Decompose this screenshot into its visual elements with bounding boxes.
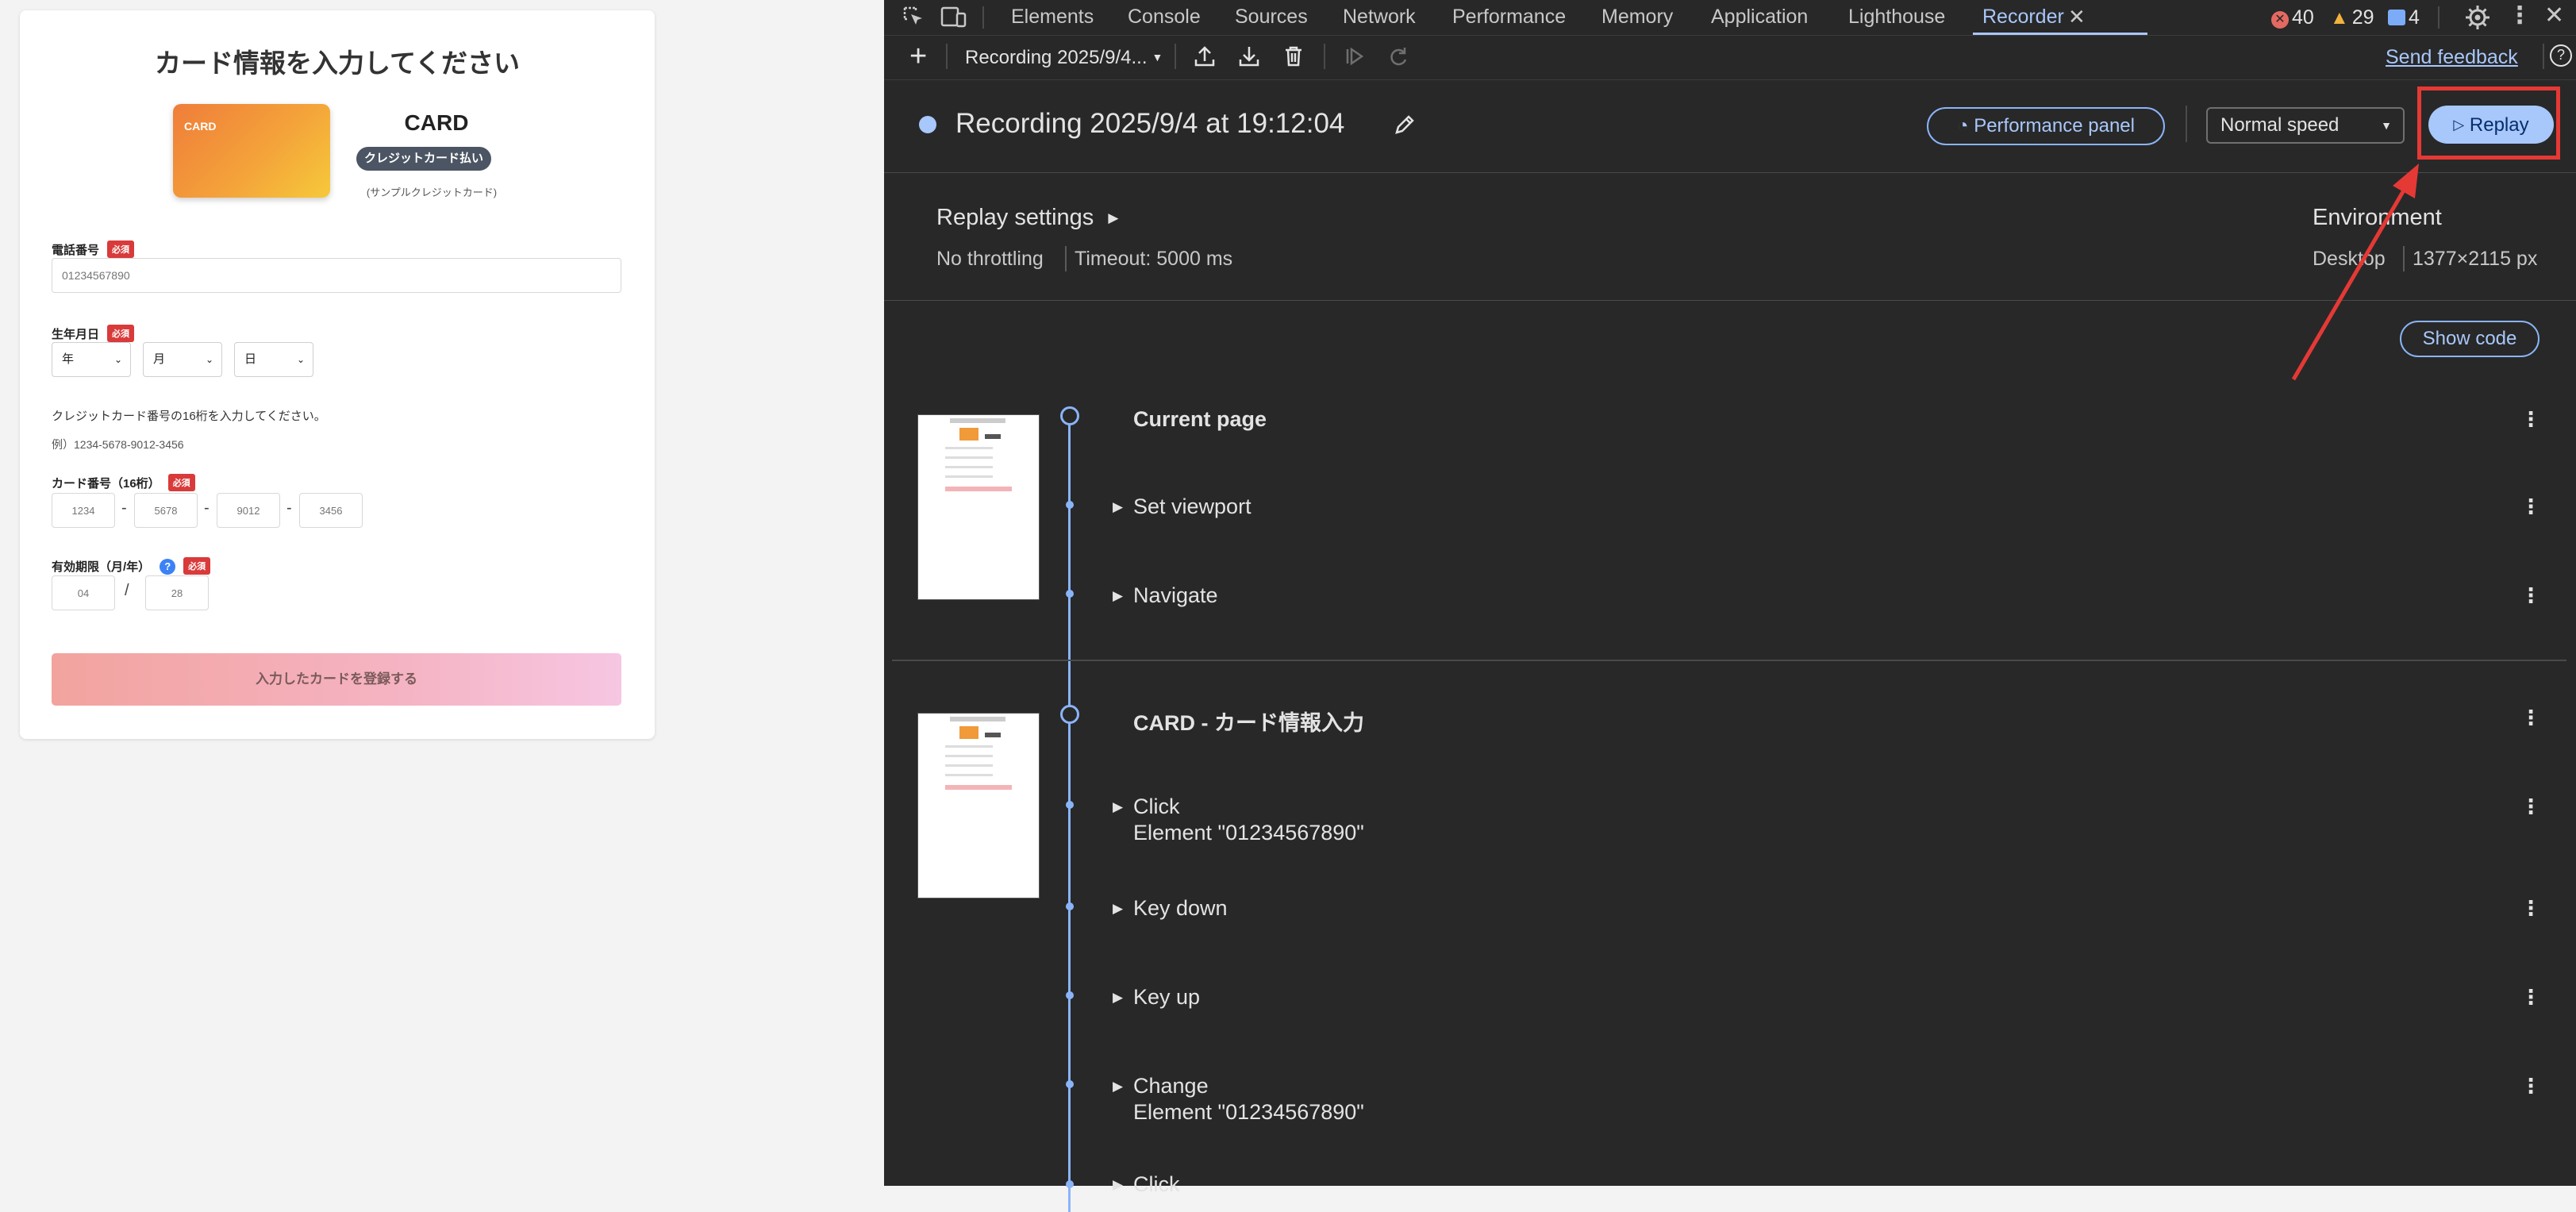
card-number-label: カード番号（16桁） 必須 — [52, 474, 195, 491]
card-number-input-3[interactable] — [217, 493, 280, 528]
section-title: Current page — [1133, 407, 1267, 431]
step-label[interactable]: Navigate — [1133, 583, 1218, 608]
page-thumbnail — [917, 713, 1040, 898]
card-number-input-1[interactable] — [52, 493, 115, 528]
required-badge: 必須 — [107, 325, 135, 342]
chevron-down-icon: ⌄ — [113, 354, 122, 365]
card-form-panel: カード情報を入力してください CARD CARD クレジットカード払い (サンプ… — [20, 10, 655, 739]
step-dot — [1066, 1080, 1074, 1088]
register-card-button[interactable]: 入力したカードを登録する — [52, 653, 621, 706]
card-name: CARD — [404, 110, 469, 135]
required-badge: 必須 — [107, 240, 135, 258]
web-page-area: カード情報を入力してください CARD CARD クレジットカード払い (サンプ… — [0, 0, 884, 1186]
required-badge: 必須 — [167, 474, 195, 491]
birth-year-value: 年 — [62, 352, 75, 366]
birthdate-label-text: 生年月日 — [52, 328, 100, 341]
dash-separator: - — [121, 499, 127, 517]
step-menu-icon[interactable]: ⋮ — [2520, 706, 2541, 730]
dash-separator: - — [204, 499, 210, 517]
step-dot — [1066, 902, 1074, 910]
step-dot — [1066, 501, 1074, 509]
birth-month-select[interactable]: 月 ⌄ — [143, 342, 222, 377]
caret-right-icon[interactable]: ▶ — [1113, 799, 1123, 815]
step-dot — [1066, 991, 1074, 999]
page-title: カード情報を入力してください — [154, 48, 521, 78]
caret-right-icon[interactable]: ▶ — [1113, 1079, 1123, 1095]
expiry-label: 有効期限（月/年）? 必須 — [52, 557, 211, 575]
step-label[interactable]: Click — [1133, 1172, 1180, 1197]
step-label[interactable]: Key up — [1133, 985, 1200, 1010]
devtools-panel: Elements Console Sources Network Perform… — [884, 0, 2576, 1212]
show-code-button[interactable]: Show code — [2400, 321, 2539, 357]
step-menu-icon[interactable]: ⋮ — [2520, 583, 2541, 608]
step-menu-icon[interactable]: ⋮ — [2520, 1074, 2541, 1098]
page-thumbnail — [917, 414, 1040, 600]
card-example: 例）1234-5678-9012-3456 — [52, 438, 184, 451]
section-divider — [892, 660, 2566, 661]
step-target: Element "01234567890" — [1133, 821, 1364, 845]
card-number-input-2[interactable] — [134, 493, 198, 528]
expiry-label-text: 有効期限（月/年） — [52, 560, 151, 574]
birth-day-select[interactable]: 日 ⌄ — [234, 342, 313, 377]
step-dot — [1066, 590, 1074, 598]
step-dot — [1066, 1180, 1074, 1188]
step-target: Element "01234567890" — [1133, 1100, 1364, 1124]
expiry-month-input[interactable] — [52, 575, 115, 610]
caret-right-icon[interactable]: ▶ — [1113, 499, 1123, 515]
step-label[interactable]: Set viewport — [1133, 494, 1251, 519]
card-number-label-text: カード番号（16桁） — [52, 477, 160, 491]
birth-month-value: 月 — [153, 352, 166, 366]
card-image: CARD — [173, 104, 330, 198]
step-label[interactable]: Change — [1133, 1074, 1209, 1098]
recording-steps: Show code Current page ⋮ ▶ Set viewport … — [884, 301, 2576, 1212]
card-instruction: クレジットカード番号の16桁を入力してください。 — [52, 410, 326, 423]
expiry-year-input[interactable] — [145, 575, 209, 610]
step-menu-icon[interactable]: ⋮ — [2520, 795, 2541, 819]
caret-right-icon[interactable]: ▶ — [1113, 990, 1123, 1006]
help-icon[interactable]: ? — [160, 559, 176, 575]
phone-label: 電話番号 必須 — [52, 240, 135, 258]
phone-input[interactable] — [52, 258, 621, 293]
birth-day-value: 日 — [244, 352, 257, 366]
card-note: (サンプルクレジットカード) — [366, 187, 498, 198]
step-menu-icon[interactable]: ⋮ — [2520, 407, 2541, 432]
step-menu-icon[interactable]: ⋮ — [2520, 985, 2541, 1010]
chevron-down-icon: ⌄ — [205, 354, 213, 365]
phone-label-text: 電話番号 — [52, 244, 100, 257]
birth-year-select[interactable]: 年 ⌄ — [52, 342, 131, 377]
step-dot — [1066, 801, 1074, 809]
section-node — [1060, 406, 1079, 425]
step-label[interactable]: Key down — [1133, 896, 1228, 921]
birthdate-label: 生年月日 必須 — [52, 325, 135, 342]
step-menu-icon[interactable]: ⋮ — [2520, 494, 2541, 519]
caret-right-icon[interactable]: ▶ — [1113, 1177, 1123, 1193]
chevron-down-icon: ⌄ — [296, 354, 305, 365]
dash-separator: - — [286, 499, 292, 517]
timeline-line — [1068, 418, 1071, 1212]
card-number-input-4[interactable] — [299, 493, 363, 528]
caret-right-icon[interactable]: ▶ — [1113, 588, 1123, 604]
slash-separator: / — [125, 582, 129, 599]
required-badge: 必須 — [183, 557, 211, 575]
caret-right-icon[interactable]: ▶ — [1113, 901, 1123, 917]
step-menu-icon[interactable]: ⋮ — [2520, 896, 2541, 921]
section-node — [1060, 705, 1079, 724]
section-title: CARD - カード情報入力 — [1133, 711, 1364, 735]
card-image-label: CARD — [184, 120, 217, 133]
payment-type-badge: クレジットカード払い — [356, 147, 491, 171]
step-label[interactable]: Click — [1133, 795, 1180, 819]
